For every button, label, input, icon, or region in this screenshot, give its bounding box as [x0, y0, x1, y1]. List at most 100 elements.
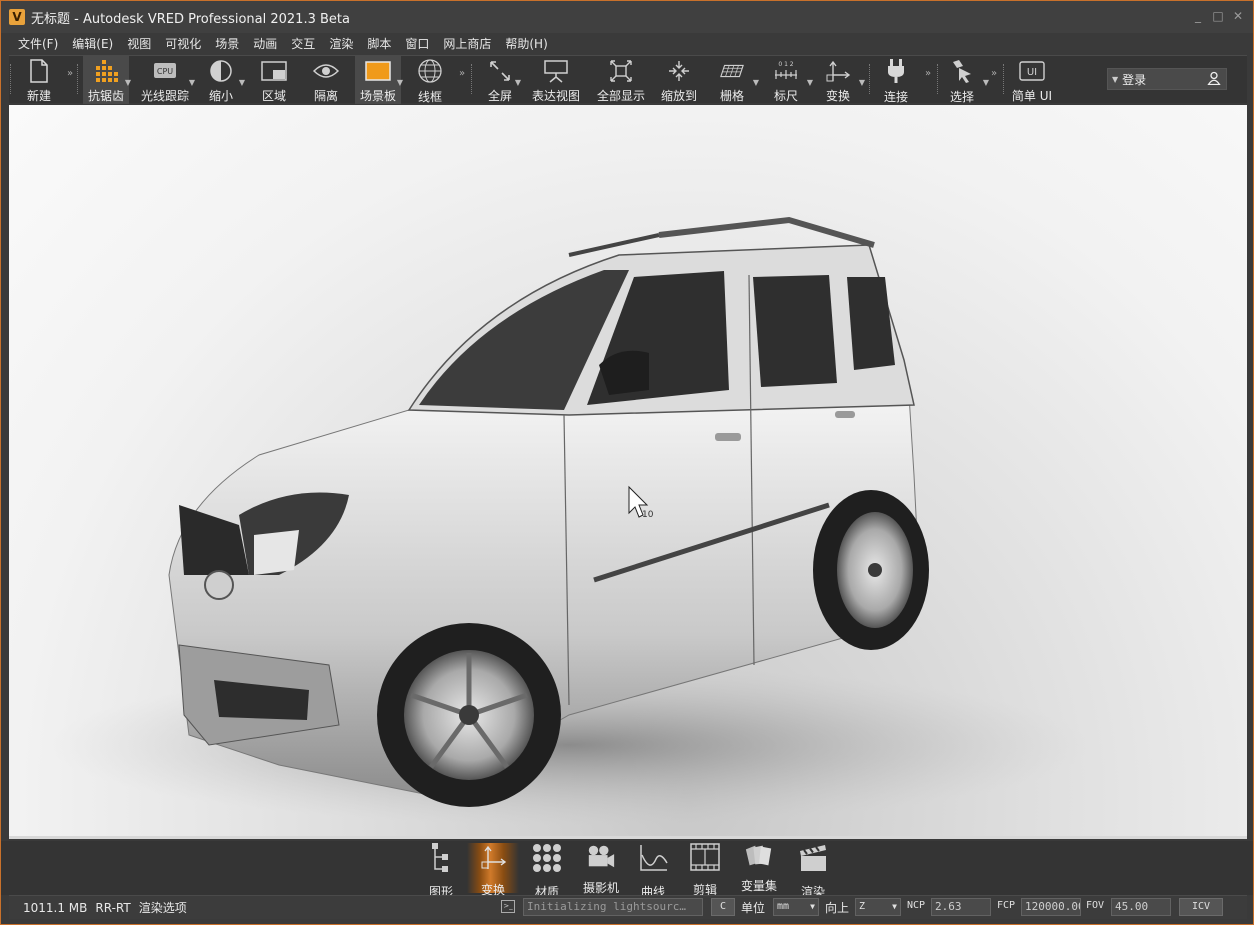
dock-variant-sets-button[interactable]: 变量集	[733, 843, 785, 893]
menu-view[interactable]: 视图	[120, 35, 158, 52]
dock-materials-button[interactable]: 材质	[521, 843, 573, 899]
wireframe-sphere-icon	[417, 58, 443, 84]
clapperboard-icon	[798, 843, 828, 873]
dock-clips-button[interactable]: 剪辑	[679, 843, 731, 897]
main-toolbar: 新建 » 抗锯齿 ▼ CPU 光线跟踪 ▼ 缩小 ▼ 区域 隔离 场景板 ▼ 线…	[9, 55, 1247, 104]
svg-text:CPU: CPU	[157, 67, 173, 76]
toolbar-grip[interactable]	[1003, 64, 1006, 94]
menu-online-store[interactable]: 网上商店	[436, 35, 498, 52]
chevron-down-icon[interactable]: ▼	[807, 78, 813, 87]
menu-scene[interactable]: 场景	[208, 35, 246, 52]
raytrace-button[interactable]: CPU 光线跟踪 ▼	[139, 56, 195, 104]
scenegraph-icon	[426, 843, 456, 873]
ncp-field[interactable]: 2.63	[931, 898, 991, 916]
close-icon[interactable]: ✕	[1231, 9, 1245, 23]
region-button[interactable]: 区域	[257, 56, 291, 104]
render-options-link[interactable]: 渲染选项	[139, 899, 187, 916]
scene-plate-icon	[365, 58, 391, 83]
module-dock: 图形 变换 材质 摄影机 曲线 剪辑 变量集 渲染	[1, 841, 1253, 899]
terminal-icon[interactable]: >_	[501, 900, 515, 913]
toolbar-grip[interactable]	[10, 64, 13, 94]
fcp-label: FCP	[997, 900, 1016, 911]
chevron-down-icon: ▼	[1112, 74, 1119, 84]
menu-edit[interactable]: 编辑(E)	[65, 35, 120, 52]
window-controls: _ □ ✕	[1191, 9, 1245, 23]
icv-button[interactable]: ICV	[1179, 898, 1223, 916]
dock-camera-button[interactable]: 摄影机	[575, 843, 627, 895]
menu-file[interactable]: 文件(F)	[11, 35, 65, 52]
menu-bar: 文件(F) 编辑(E) 视图 可视化 场景 动画 交互 渲染 脚本 窗口 网上商…	[1, 33, 1253, 53]
menu-script[interactable]: 脚本	[360, 35, 398, 52]
new-button[interactable]: 新建	[21, 56, 57, 104]
region-icon	[261, 58, 287, 83]
transform-button[interactable]: 变换 ▼	[821, 56, 865, 104]
toolbar-overflow-icon[interactable]: »	[991, 68, 997, 79]
toolbar-overflow-icon[interactable]: »	[67, 68, 73, 79]
toolbar-grip[interactable]	[869, 64, 872, 94]
menu-window[interactable]: 窗口	[398, 35, 436, 52]
fit-all-icon	[608, 58, 634, 83]
menu-interaction[interactable]: 交互	[284, 35, 322, 52]
chevron-down-icon[interactable]: ▼	[125, 78, 131, 87]
ncp-label: NCP	[907, 900, 926, 911]
chevron-down-icon[interactable]: ▼	[515, 78, 521, 87]
vred-logo-icon: V	[9, 9, 25, 25]
login-label: 登录	[1122, 72, 1147, 87]
svg-text:UI: UI	[1027, 67, 1037, 78]
up-axis-label: 向上	[825, 901, 850, 915]
maximize-icon[interactable]: □	[1211, 9, 1225, 23]
wireframe-button[interactable]: 线框	[413, 56, 447, 104]
fov-field[interactable]: 45.00	[1111, 898, 1171, 916]
new-document-icon	[26, 58, 52, 83]
grid-button[interactable]: 栅格 ▼	[715, 56, 759, 104]
dock-curves-button[interactable]: 曲线	[627, 843, 679, 899]
svg-text:10: 10	[642, 510, 654, 520]
dock-scenegraph-button[interactable]: 图形	[415, 843, 467, 899]
select-button[interactable]: 选择 ▼	[945, 56, 989, 104]
fcp-field[interactable]: 120000.00	[1021, 898, 1081, 916]
chevron-down-icon[interactable]: ▼	[983, 78, 989, 87]
toolbar-grip[interactable]	[937, 64, 940, 94]
chevron-down-icon: ▼	[810, 902, 815, 911]
materials-dots-icon	[532, 843, 562, 873]
eye-icon	[313, 58, 339, 83]
clear-button[interactable]: C	[711, 898, 735, 916]
toolbar-grip[interactable]	[77, 64, 80, 94]
isolate-button[interactable]: 隔离	[309, 56, 343, 104]
dock-render-button[interactable]: 渲染	[787, 843, 839, 899]
menu-visualization[interactable]: 可视化	[158, 35, 208, 52]
render-viewport[interactable]: 10	[9, 105, 1247, 839]
connect-button[interactable]: 连接	[879, 56, 913, 104]
fullscreen-button[interactable]: 全屏 ▼	[485, 56, 521, 104]
simple-ui-button[interactable]: UI 简单 UI	[1009, 56, 1055, 104]
svg-text:0 1 2: 0 1 2	[778, 61, 793, 68]
renderer-mode[interactable]: RR-RT	[95, 901, 130, 915]
antialias-button[interactable]: 抗锯齿 ▼	[83, 56, 131, 104]
login-dropdown[interactable]: ▼ 登录	[1107, 68, 1227, 90]
menu-help[interactable]: 帮助(H)	[498, 35, 554, 52]
chevron-down-icon[interactable]: ▼	[859, 78, 865, 87]
menu-render[interactable]: 渲染	[322, 35, 360, 52]
chevron-down-icon[interactable]: ▼	[753, 78, 759, 87]
select-cursor-icon	[949, 58, 975, 84]
memory-usage: 1011.1 MB	[23, 900, 88, 915]
toolbar-overflow-icon[interactable]: »	[459, 68, 465, 79]
status-bar: 1011.1 MB RR-RT 渲染选项 >_ Initializing lig…	[9, 895, 1247, 919]
unit-select[interactable]: mm ▼	[773, 898, 819, 916]
chevron-down-icon[interactable]: ▼	[189, 78, 195, 87]
car-render: 10	[49, 216, 1089, 825]
ruler-button[interactable]: 0 1 2 标尺 ▼	[769, 56, 813, 104]
scene-plate-button[interactable]: 场景板 ▼	[355, 56, 403, 104]
zoom-out-button[interactable]: 缩小 ▼	[205, 56, 245, 104]
chevron-down-icon[interactable]: ▼	[397, 78, 403, 87]
minimize-icon[interactable]: _	[1191, 9, 1205, 23]
toolbar-overflow-icon[interactable]: »	[925, 68, 931, 79]
dock-transform-button[interactable]: 变换	[467, 843, 519, 897]
presentation-view-button[interactable]: 表达视图	[531, 56, 581, 104]
zoom-to-button[interactable]: 缩放到	[659, 56, 699, 104]
show-all-button[interactable]: 全部显示	[595, 56, 647, 104]
toolbar-grip[interactable]	[471, 64, 474, 94]
chevron-down-icon[interactable]: ▼	[239, 78, 245, 87]
up-axis-select[interactable]: Z ▼	[855, 898, 901, 916]
menu-animation[interactable]: 动画	[246, 35, 284, 52]
